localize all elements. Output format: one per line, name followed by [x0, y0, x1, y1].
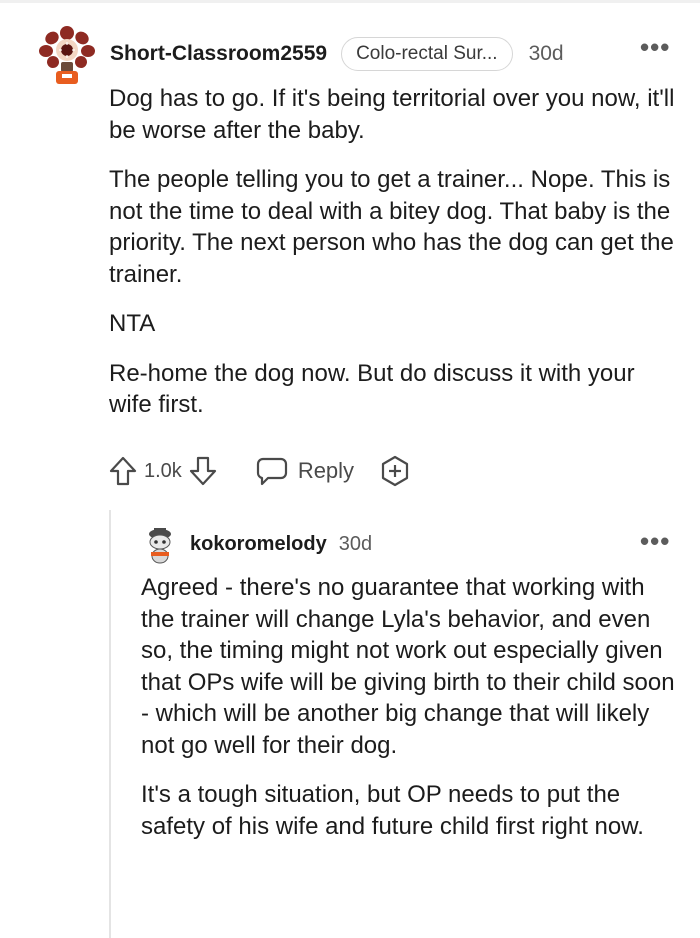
username[interactable]: Short-Classroom2559 [110, 42, 327, 66]
reply-label: Reply [297, 458, 355, 483]
reply-paragraph: It's a tough situation, but OP needs to … [141, 781, 644, 840]
comment-paragraph: Dog has to go. If it's being territorial… [109, 85, 675, 144]
thread-line[interactable] [109, 510, 111, 938]
user-flair: Colo-rectal Sur... [341, 37, 513, 71]
vote-count: 1.0k [144, 459, 182, 482]
upvote-arrow-icon[interactable] [108, 455, 138, 487]
comment-paragraph: NTA [109, 310, 156, 337]
award-plus-icon[interactable] [380, 455, 410, 487]
reply-header: kokoromelody 30d [190, 530, 372, 558]
more-options-icon[interactable]: ••• [640, 34, 670, 60]
timestamp: 30d [528, 42, 564, 65]
reply-body: Agreed - there's no guarantee that worki… [141, 572, 681, 860]
comment-actions: 1.0k Reply [108, 452, 410, 490]
more-options-icon[interactable]: ••• [640, 528, 670, 554]
downvote-arrow-icon[interactable] [188, 455, 218, 487]
username[interactable]: kokoromelody [190, 533, 327, 556]
comment-header: Short-Classroom2559 Colo-rectal Sur... 3… [110, 37, 564, 71]
demogorgon-avatar-icon[interactable] [36, 24, 98, 86]
timestamp: 30d [338, 532, 373, 555]
comment-thread: Short-Classroom2559 Colo-rectal Sur... 3… [0, 0, 700, 938]
comment-paragraph: The people telling you to get a trainer.… [109, 166, 674, 288]
comment-body: Dog has to go. If it's being territorial… [109, 83, 679, 439]
comment-paragraph: Re-home the dog now. But do discuss it w… [109, 359, 635, 419]
reply-paragraph: Agreed - there's no guarantee that worki… [141, 574, 675, 759]
divider [0, 0, 700, 3]
speech-bubble-icon [256, 457, 287, 486]
snoo-avatar-icon[interactable] [142, 525, 178, 565]
reply-button[interactable]: Reply [256, 456, 354, 486]
